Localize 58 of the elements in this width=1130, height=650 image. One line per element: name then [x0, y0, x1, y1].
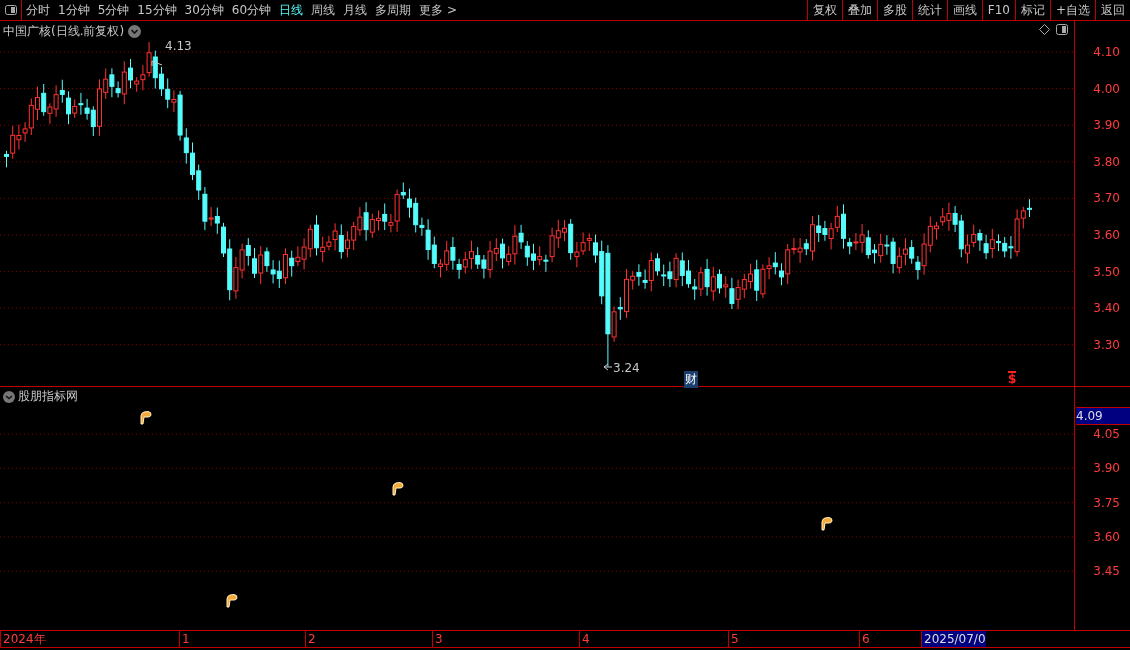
axis-label: 3.90	[1093, 118, 1120, 133]
period-tab[interactable]: 15分钟	[133, 0, 181, 20]
toolbar-button[interactable]: 复权	[806, 0, 842, 20]
date-label: 3	[432, 631, 443, 647]
axis-label: 4.05	[1093, 427, 1120, 441]
axis-label: 3.50	[1093, 264, 1120, 279]
period-tab[interactable]: 周线	[307, 0, 340, 20]
period-tab[interactable]: 月线	[339, 0, 372, 20]
hand-icon	[819, 516, 833, 531]
toolbar-button[interactable]: 返回	[1095, 0, 1130, 20]
toolbar-button[interactable]: 叠加	[841, 0, 877, 20]
axis-label: 3.70	[1093, 191, 1120, 206]
toolbar-button[interactable]: F10	[981, 0, 1015, 20]
period-tab[interactable]: 1分钟	[54, 0, 94, 20]
date-label: 2	[305, 631, 316, 647]
date-label: 1	[179, 631, 190, 647]
finance-marker[interactable]: 财	[684, 371, 698, 388]
indicator-title: 股朋指标网	[18, 388, 78, 405]
period-tab[interactable]: 更多 >	[415, 0, 461, 20]
date-label: 2025/07/0	[921, 631, 986, 647]
leader-line	[603, 363, 613, 371]
period-tab[interactable]: 日线	[275, 0, 308, 20]
toolbar-button[interactable]: +自选	[1049, 0, 1095, 20]
axis-label: 3.60	[1093, 228, 1120, 242]
axis-label: 3.60	[1093, 529, 1120, 544]
axis-label: 3.45	[1093, 564, 1120, 579]
axis-label: 3.75	[1093, 495, 1120, 510]
axis-label: 3.90	[1093, 461, 1120, 476]
toolbar-button[interactable]: 多股	[876, 0, 912, 20]
leader-line	[151, 60, 163, 67]
date-label: 2024年	[0, 631, 46, 647]
toolbar-button[interactable]: 画线	[946, 0, 982, 20]
hand-icon	[138, 410, 152, 425]
period-tab[interactable]: 30分钟	[180, 0, 228, 20]
date-label: 5	[728, 631, 739, 647]
hand-icon	[390, 481, 404, 496]
panel-toggle-icon[interactable]	[1056, 24, 1068, 35]
period-tab[interactable]: 5分钟	[93, 0, 134, 20]
price-label: 3.24	[613, 361, 640, 375]
dropdown-icon[interactable]	[128, 25, 142, 38]
toolbar-button[interactable]: 标记	[1014, 0, 1050, 20]
axis-label: 3.80	[1093, 154, 1120, 169]
axis-label: 3.40	[1093, 301, 1120, 316]
dropdown-icon[interactable]	[3, 390, 15, 403]
toolbar-button[interactable]: 统计	[911, 0, 947, 20]
date-label: 6	[859, 631, 870, 647]
period-tab[interactable]: 多周期	[371, 0, 416, 20]
hand-icon	[224, 593, 238, 608]
axis-label: 4.10	[1093, 45, 1120, 59]
diamond-icon[interactable]	[1039, 24, 1050, 35]
current-value: 4.09	[1076, 407, 1130, 425]
period-tab[interactable]: 60分钟	[227, 0, 276, 20]
period-tab[interactable]: 分时	[22, 0, 54, 20]
chart-title: 中国广核(日线.前复权)	[3, 23, 125, 40]
price-label: 4.13	[165, 39, 192, 53]
axis-label: 4.00	[1093, 81, 1120, 96]
axis-label: 3.30	[1093, 337, 1120, 352]
date-label: 4	[579, 631, 590, 647]
